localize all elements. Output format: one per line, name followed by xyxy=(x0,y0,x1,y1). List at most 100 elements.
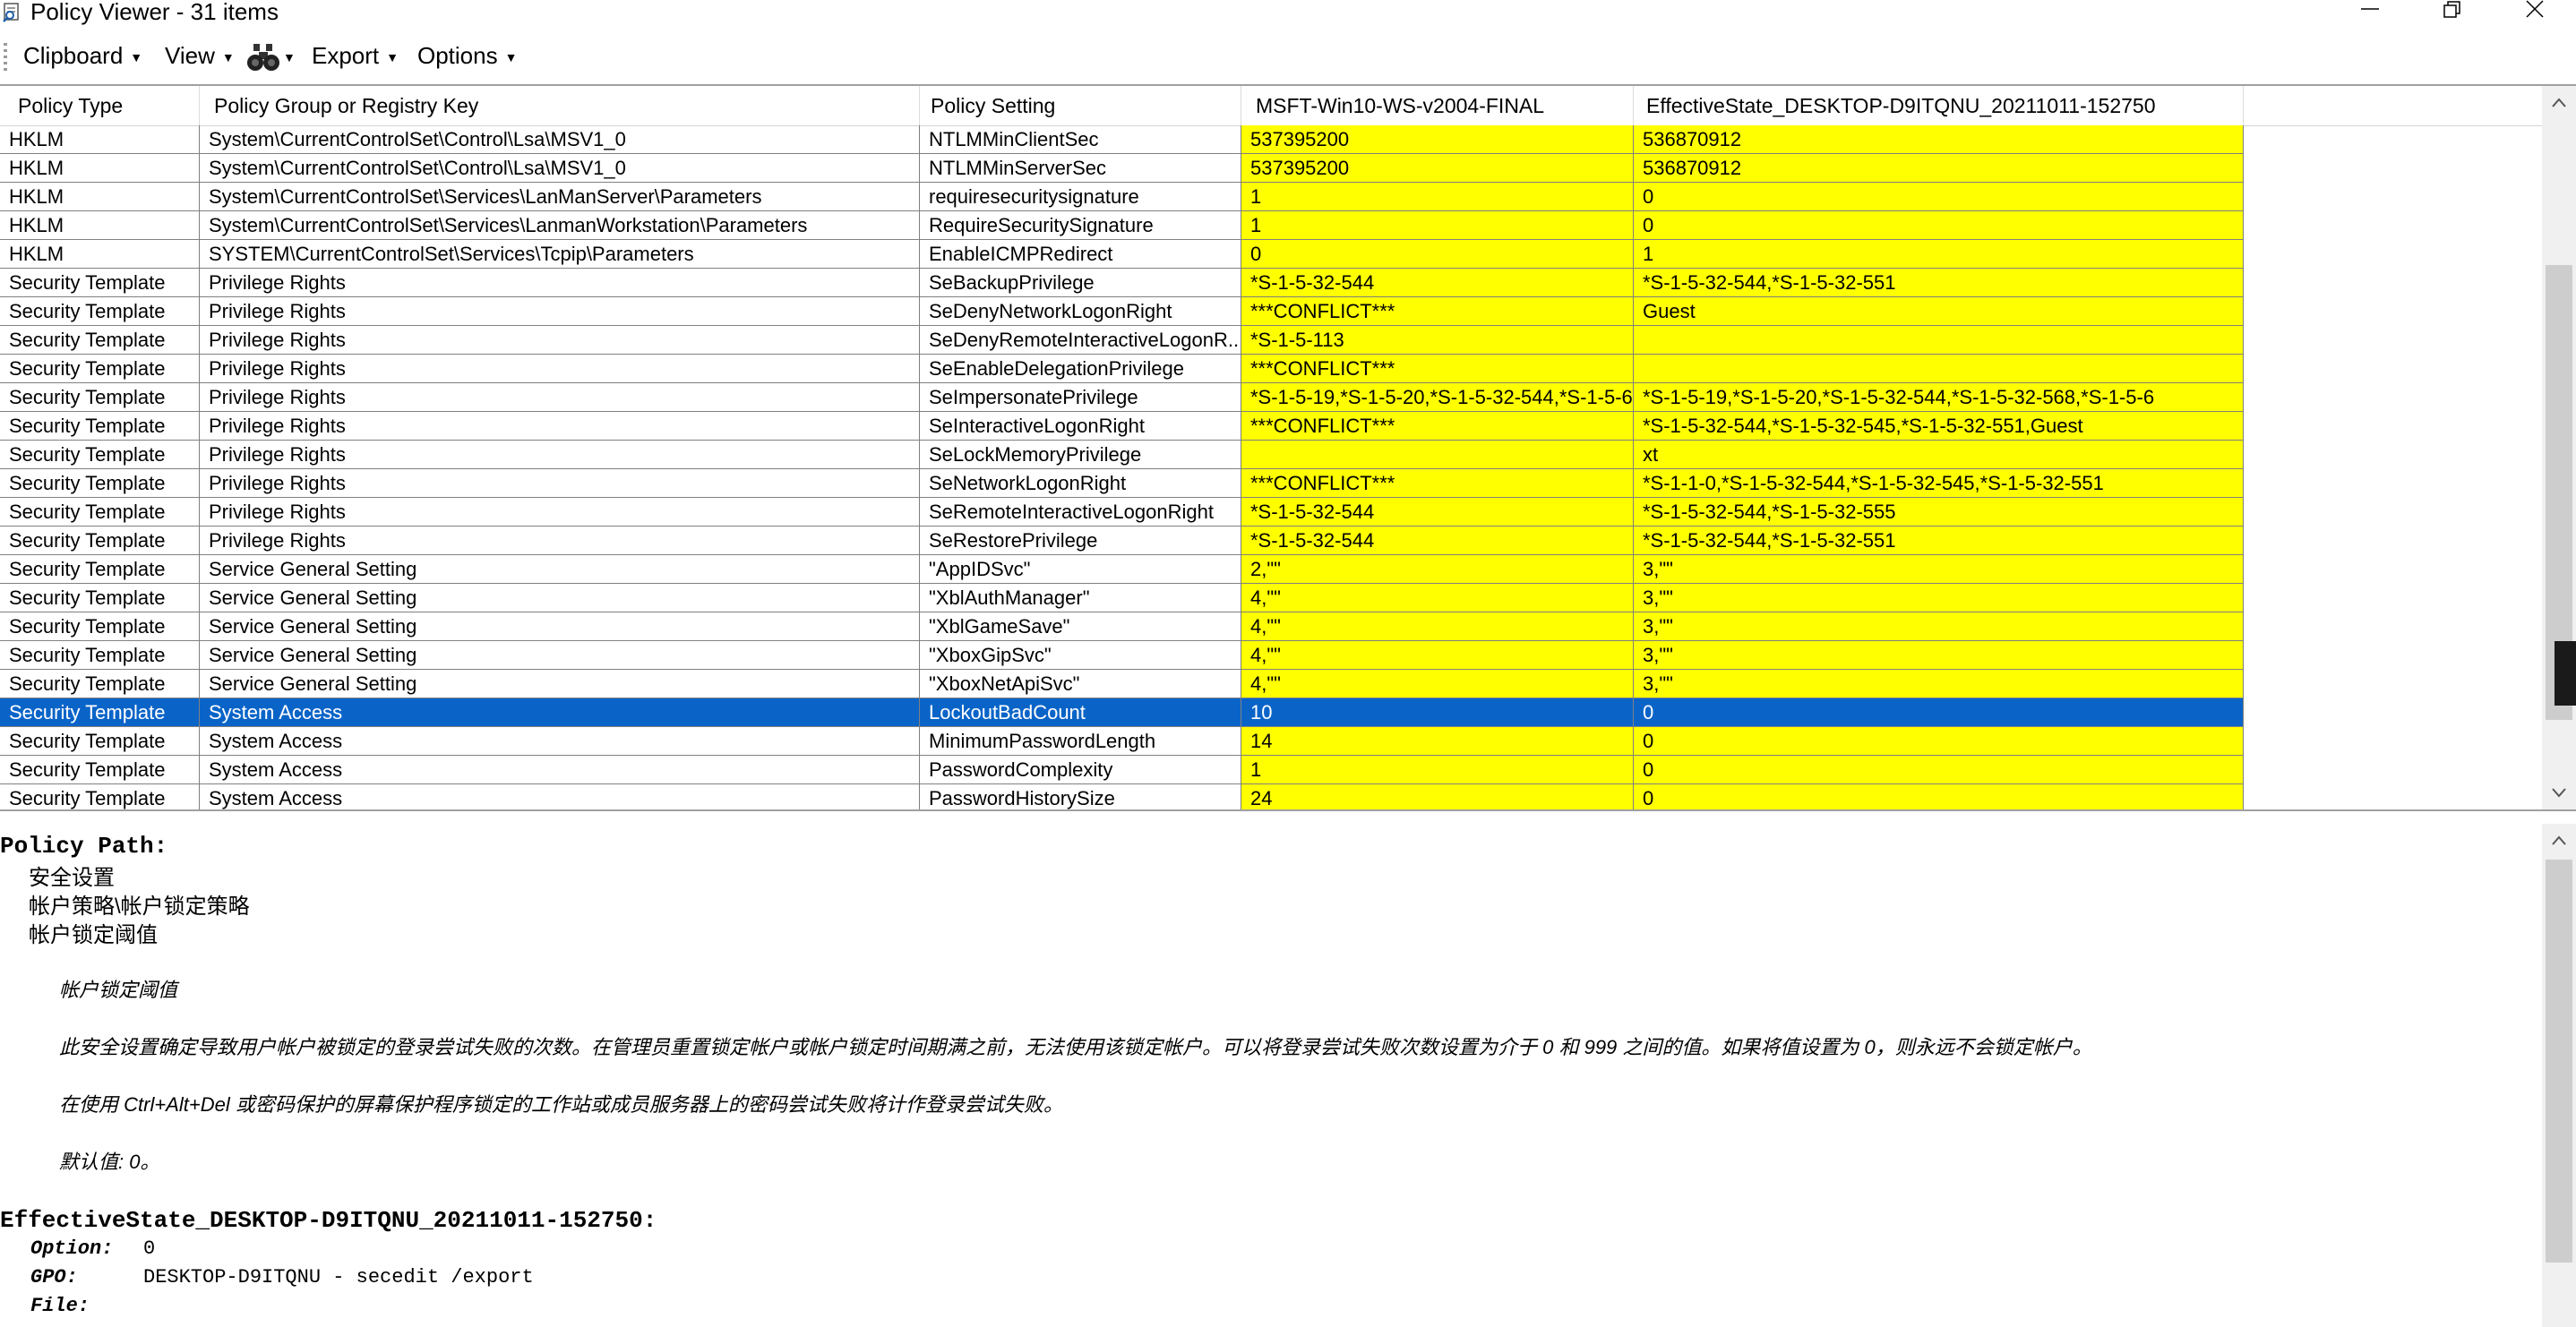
cell-policy-group: Privilege Rights xyxy=(200,498,920,527)
cell-policy-group: Service General Setting xyxy=(200,612,920,641)
cell-policy-setting: SeRemoteInteractiveLogonRight xyxy=(920,498,1241,527)
cell-baseline-value: *S-1-5-32-544 xyxy=(1241,269,1634,297)
table-row[interactable]: Security Template Privilege Rights SeDenyN… xyxy=(0,297,2244,326)
options-menu[interactable]: Options ▼ xyxy=(417,39,517,72)
column-header-policy-type[interactable]: Policy Type xyxy=(0,86,200,125)
scroll-up-icon[interactable] xyxy=(2542,824,2576,858)
cell-policy-group: System Access xyxy=(200,784,920,809)
table-row[interactable]: Security Template Privilege Rights SeNetwo… xyxy=(0,469,2244,498)
effective-state-label: EffectiveState_DESKTOP-D9ITQNU_20211011-… xyxy=(0,1207,657,1234)
gpo-value: DESKTOP-D9ITQNU - secedit /export xyxy=(143,1266,534,1288)
cell-policy-group: System\CurrentControlSet\Control\Lsa\MSV… xyxy=(200,154,920,183)
cell-policy-setting: "XboxNetApiSvc" xyxy=(920,670,1241,698)
table-row[interactable]: Security Template Privilege Rights SeLockM… xyxy=(0,441,2244,469)
column-header-policy-setting[interactable]: Policy Setting xyxy=(920,86,1241,125)
table-row[interactable]: Security Template System Access PasswordCo… xyxy=(0,756,2244,784)
table-row[interactable]: Security Template System Access PasswordHi… xyxy=(0,784,2244,809)
details-vertical-scrollbar[interactable] xyxy=(2542,824,2576,1327)
binoculars-icon xyxy=(247,44,279,72)
export-menu[interactable]: Export ▼ xyxy=(312,39,399,72)
table-row[interactable]: Security Template System Access LockoutBad… xyxy=(0,698,2244,727)
table-row[interactable]: Security Template Privilege Rights SeDenyR… xyxy=(0,326,2244,355)
table-row[interactable]: Security Template System Access MinimumPas… xyxy=(0,727,2244,756)
cell-baseline-value: 4,"" xyxy=(1241,612,1634,641)
cell-effective-value: 536870912 xyxy=(1634,125,2244,154)
table-row[interactable]: Security Template Privilege Rights SeBacku… xyxy=(0,269,2244,297)
table-row[interactable]: Security Template Service General Setting… xyxy=(0,555,2244,584)
minimize-icon xyxy=(2361,8,2379,10)
table-row[interactable]: Security Template Privilege Rights SeInter… xyxy=(0,412,2244,441)
table-row[interactable]: Security Template Privilege Rights SeImper… xyxy=(0,383,2244,412)
table-row[interactable]: Security Template Privilege Rights SeRemot… xyxy=(0,498,2244,527)
cell-policy-group: SYSTEM\CurrentControlSet\Services\Tcpip\… xyxy=(200,240,920,269)
table-row[interactable]: Security Template Privilege Rights SeEnabl… xyxy=(0,355,2244,383)
cell-effective-value: 0 xyxy=(1634,727,2244,756)
cell-policy-type: Security Template xyxy=(0,698,200,727)
table-row[interactable]: Security Template Service General Setting… xyxy=(0,670,2244,698)
cell-effective-value xyxy=(1634,326,2244,355)
table-row[interactable]: HKLM System\CurrentControlSet\Control\Lsa… xyxy=(0,125,2244,154)
close-button[interactable] xyxy=(2494,0,2576,27)
cell-baseline-value: *S-1-5-19,*S-1-5-20,*S-1-5-32-544,*S-1-5… xyxy=(1241,383,1634,412)
cell-effective-value: 0 xyxy=(1634,784,2244,809)
cell-policy-type: Security Template xyxy=(0,641,200,670)
table-row[interactable]: HKLM SYSTEM\CurrentControlSet\Services\Tc… xyxy=(0,240,2244,269)
column-header-effective-state[interactable]: EffectiveState_DESKTOP-D9ITQNU_20211011-… xyxy=(1634,86,2244,125)
cell-effective-value: 0 xyxy=(1634,211,2244,240)
minimize-button[interactable] xyxy=(2329,0,2411,27)
table-row[interactable]: Security Template Privilege Rights SeResto… xyxy=(0,527,2244,555)
cell-policy-group: System Access xyxy=(200,756,920,784)
title-bar: Policy Viewer - 31 items xyxy=(0,0,2576,27)
restore-icon xyxy=(2443,1,2460,18)
scroll-down-icon[interactable] xyxy=(2542,775,2576,809)
cell-policy-group: Privilege Rights xyxy=(200,527,920,555)
cell-baseline-value: 14 xyxy=(1241,727,1634,756)
cell-baseline-value: ***CONFLICT*** xyxy=(1241,355,1634,383)
cell-effective-value: xt xyxy=(1634,441,2244,469)
cell-effective-value: *S-1-5-32-544,*S-1-5-32-551 xyxy=(1634,269,2244,297)
toolbar-grip[interactable] xyxy=(4,43,7,72)
cell-baseline-value: 1 xyxy=(1241,183,1634,211)
scroll-thumb[interactable] xyxy=(2546,860,2572,1263)
cell-policy-setting: RequireSecuritySignature xyxy=(920,211,1241,240)
export-menu-label: Export xyxy=(312,42,380,69)
cell-baseline-value: ***CONFLICT*** xyxy=(1241,297,1634,326)
table-row[interactable]: Security Template Service General Setting… xyxy=(0,641,2244,670)
splitter-handle[interactable] xyxy=(2555,641,2576,706)
cell-policy-setting: SeLockMemoryPrivilege xyxy=(920,441,1241,469)
cell-policy-group: Service General Setting xyxy=(200,555,920,584)
description-note: 在使用 Ctrl+Alt+Del 或密码保护的屏幕保护程序锁定的工作站或成员服务… xyxy=(59,1093,1063,1116)
scroll-up-icon[interactable] xyxy=(2542,86,2576,120)
cell-effective-value: 0 xyxy=(1634,756,2244,784)
cell-baseline-value: ***CONFLICT*** xyxy=(1241,469,1634,498)
column-header-policy-group[interactable]: Policy Group or Registry Key xyxy=(200,86,920,125)
cell-baseline-value xyxy=(1241,441,1634,469)
find-menu[interactable]: ▼ xyxy=(245,39,301,72)
cell-policy-setting: "AppIDSvc" xyxy=(920,555,1241,584)
cell-policy-group: Service General Setting xyxy=(200,641,920,670)
file-key: File: xyxy=(30,1295,90,1317)
table-row[interactable]: HKLM System\CurrentControlSet\Services\La… xyxy=(0,183,2244,211)
cell-effective-value xyxy=(1634,355,2244,383)
cell-policy-setting: NTLMMinClientSec xyxy=(920,125,1241,154)
column-header-baseline[interactable]: MSFT-Win10-WS-v2004-FINAL xyxy=(1241,86,1634,125)
cell-policy-setting: LockoutBadCount xyxy=(920,698,1241,727)
cell-policy-setting: "XblGameSave" xyxy=(920,612,1241,641)
cell-policy-setting: SeNetworkLogonRight xyxy=(920,469,1241,498)
clipboard-menu[interactable]: Clipboard ▼ xyxy=(23,39,142,72)
table-row[interactable]: HKLM System\CurrentControlSet\Services\La… xyxy=(0,211,2244,240)
table-row[interactable]: HKLM System\CurrentControlSet\Control\Lsa… xyxy=(0,154,2244,183)
cell-baseline-value: *S-1-5-113 xyxy=(1241,326,1634,355)
table-row[interactable]: Security Template Service General Setting… xyxy=(0,584,2244,612)
gpo-key: GPO: xyxy=(30,1266,78,1288)
cell-policy-setting: EnableICMPRedirect xyxy=(920,240,1241,269)
policy-path-label: Policy Path: xyxy=(0,833,168,860)
cell-policy-setting: SeEnableDelegationPrivilege xyxy=(920,355,1241,383)
view-menu[interactable]: View ▼ xyxy=(165,39,235,72)
cell-effective-value: 3,"" xyxy=(1634,555,2244,584)
cell-policy-type: Security Template xyxy=(0,727,200,756)
restore-button[interactable] xyxy=(2411,0,2494,27)
cell-baseline-value: *S-1-5-32-544 xyxy=(1241,498,1634,527)
table-row[interactable]: Security Template Service General Setting… xyxy=(0,612,2244,641)
cell-policy-type: HKLM xyxy=(0,211,200,240)
